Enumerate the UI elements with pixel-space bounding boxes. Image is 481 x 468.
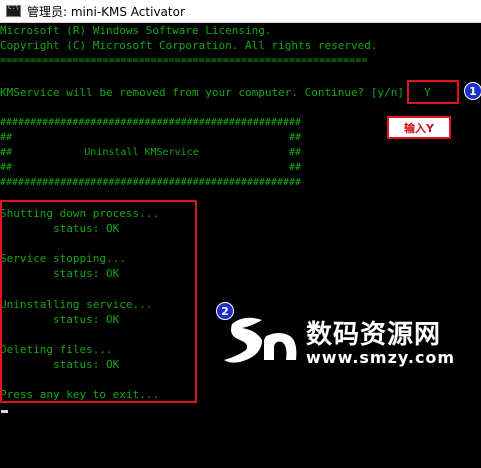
console-line: Copyright (C) Microsoft Corporation. All…	[0, 39, 378, 52]
command-prompt-icon	[6, 4, 21, 17]
console-line: ########################################…	[0, 177, 302, 188]
status-highlight-box	[0, 200, 197, 403]
text-cursor	[1, 410, 8, 413]
watermark-text: 数码资源网	[306, 320, 442, 350]
continue-prompt: KMService will be removed from your comp…	[0, 86, 404, 99]
watermark-url: www.smzy.com	[306, 348, 456, 367]
title-bar: 管理员: mini-KMS Activator	[0, 0, 481, 23]
watermark-logo-icon	[224, 317, 297, 363]
console-line: Microsoft (R) Windows Software Licensing…	[0, 24, 272, 37]
watermark: 数码资源网 www.smzy.com	[222, 308, 470, 378]
console-line: ## ##	[0, 132, 302, 143]
console-line: ## Uninstall KMService ##	[0, 147, 302, 158]
answer-highlight-box	[407, 80, 459, 104]
console-line: ========================================…	[0, 55, 368, 66]
console-line: ## ##	[0, 162, 302, 173]
input-y-callout: 输入Y	[387, 116, 451, 139]
console-line: ########################################…	[0, 117, 302, 128]
window-title: 管理员: mini-KMS Activator	[27, 4, 185, 19]
step-badge-1: 1	[464, 82, 481, 100]
